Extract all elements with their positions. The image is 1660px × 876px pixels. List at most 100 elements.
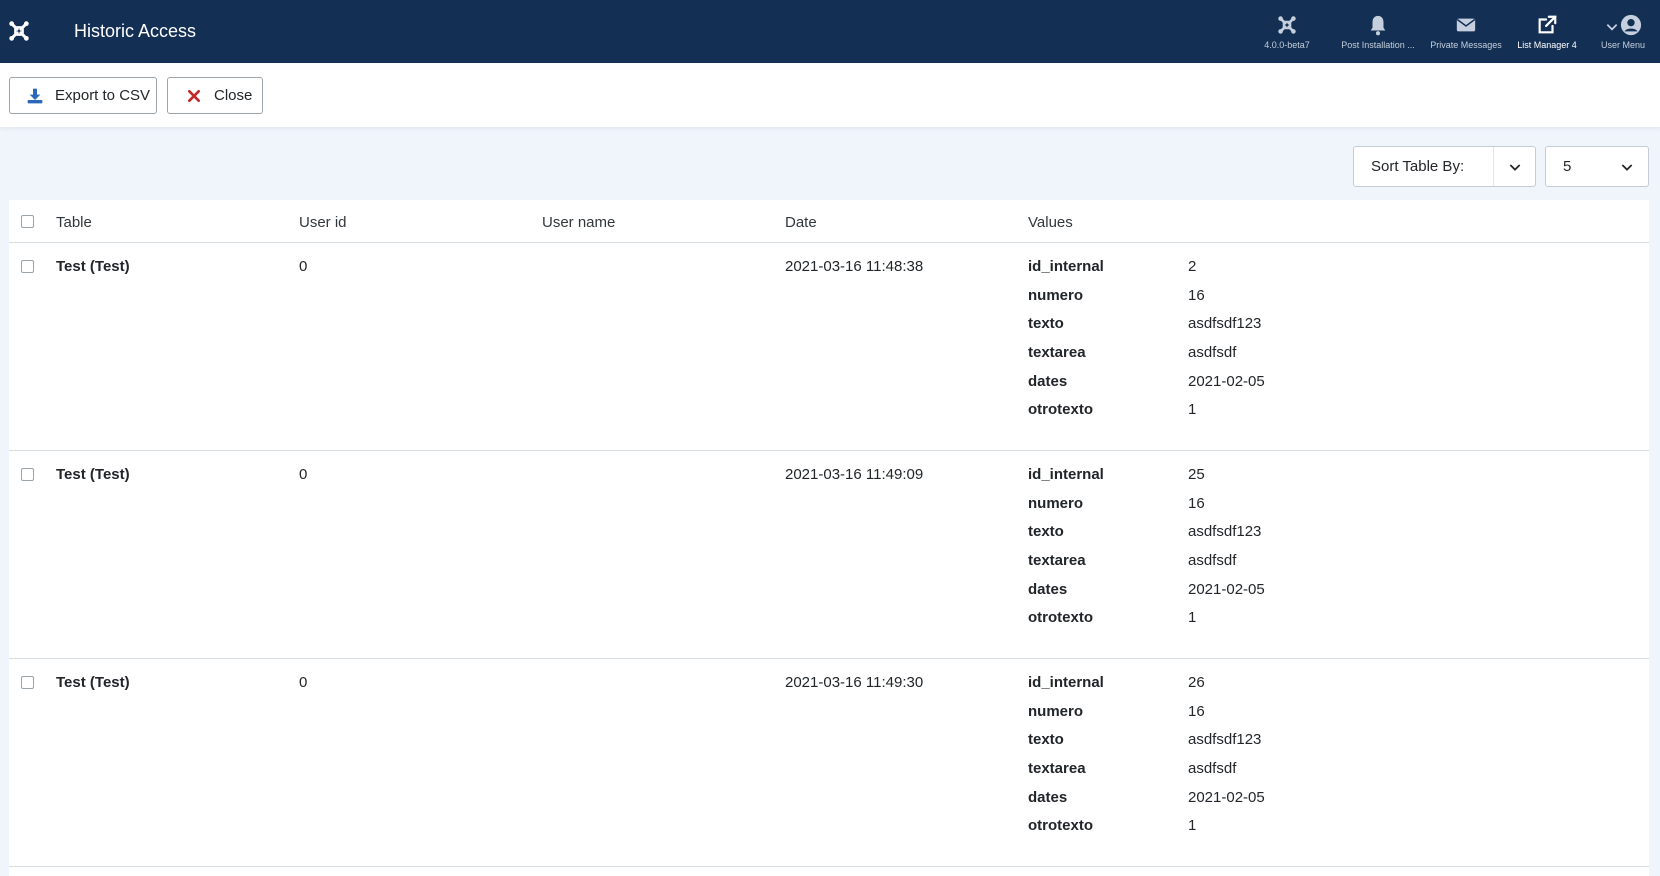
header-user-menu[interactable]: User Menu <box>1586 0 1660 63</box>
header-post-installation-label: Post Installation ... <box>1341 39 1415 50</box>
joomla-icon <box>1278 15 1296 34</box>
col-date[interactable]: Date <box>785 214 817 231</box>
close-icon <box>188 89 200 102</box>
value-val: 2021-02-05 <box>1188 372 1265 390</box>
header-private-messages[interactable]: Private Messages <box>1424 0 1508 63</box>
external-link-icon <box>1538 15 1557 33</box>
select-all-checkbox[interactable] <box>21 215 34 228</box>
row-checkbox[interactable] <box>21 676 34 689</box>
row-date: 2021-03-16 11:48:38 <box>785 258 924 275</box>
value-val: 16 <box>1188 286 1205 304</box>
sort-chevron <box>1493 147 1535 186</box>
download-icon <box>27 88 43 103</box>
table-row: Test (Test) 0 2021-03-16 11:49:09 id_int… <box>9 451 1649 659</box>
limit-chevron <box>1606 147 1648 186</box>
value-pair: otrotexto 1 <box>1028 401 1428 430</box>
header-list-manager[interactable]: List Manager 4 <box>1508 0 1586 63</box>
header-list-manager-label: List Manager 4 <box>1517 39 1577 50</box>
value-key: texto <box>1028 523 1064 541</box>
value-key: textarea <box>1028 344 1086 362</box>
value-key: textarea <box>1028 760 1086 778</box>
value-val: 2 <box>1188 258 1197 275</box>
table-header: Table User id User name Date Values <box>9 200 1649 243</box>
row-date: 2021-03-16 11:49:30 <box>785 674 924 691</box>
list-limit-select[interactable]: 5 <box>1545 146 1649 187</box>
value-key: otrotexto <box>1028 609 1093 627</box>
value-pair: numero 16 <box>1028 495 1428 524</box>
value-pair: otrotexto 1 <box>1028 817 1428 846</box>
row-checkbox[interactable] <box>21 260 34 273</box>
historic-table: Table User id User name Date Values Test… <box>9 200 1649 876</box>
value-key: numero <box>1028 702 1084 720</box>
row-table: Test (Test) <box>56 466 130 483</box>
value-pair: numero 16 <box>1028 703 1428 732</box>
value-pair: numero 16 <box>1028 287 1428 316</box>
value-key: texto <box>1028 731 1064 749</box>
header-post-installation[interactable]: Post Installation ... <box>1332 0 1424 63</box>
value-pair: dates 2021-02-05 <box>1028 373 1428 402</box>
envelope-icon <box>1456 18 1476 31</box>
col-user-id[interactable]: User id <box>299 214 347 231</box>
value-val: 2021-02-05 <box>1188 788 1265 806</box>
value-pair: textarea asdfsdf <box>1028 552 1428 581</box>
value-pair: otrotexto 1 <box>1028 609 1428 638</box>
table-row: Test (Test) 0 2021-03-16 11:48:38 id_int… <box>9 243 1649 451</box>
value-pair: textarea asdfsdf <box>1028 760 1428 789</box>
value-key: dates <box>1028 580 1068 598</box>
value-pair: texto asdfsdf123 <box>1028 731 1428 760</box>
value-val: asdfsdf <box>1188 552 1237 570</box>
value-pair: textarea asdfsdf <box>1028 344 1428 373</box>
row-checkbox[interactable] <box>21 468 34 481</box>
value-key: textarea <box>1028 552 1086 570</box>
value-val: asdfsdf <box>1188 760 1237 778</box>
value-key: id_internal <box>1028 466 1104 483</box>
export-csv-button[interactable]: Export to CSV <box>9 77 157 114</box>
value-key: dates <box>1028 788 1068 806</box>
page-title: Historic Access <box>74 21 197 41</box>
top-header: Historic Access 4.0.0-beta7 Post Install… <box>0 0 1660 63</box>
value-key: otrotexto <box>1028 401 1093 419</box>
sort-table-value: Sort Table By: <box>1371 158 1465 175</box>
user-menu-icon-group <box>1605 14 1642 40</box>
value-val: 26 <box>1188 674 1205 691</box>
value-val: 16 <box>1188 494 1205 512</box>
value-val: 1 <box>1188 401 1197 419</box>
col-user-name[interactable]: User name <box>542 214 615 231</box>
row-values: id_internal 2 numero 16 texto asdfsdf123 te… <box>1028 258 1428 430</box>
col-table[interactable]: Table <box>56 214 92 231</box>
row-values: id_internal 26 numero 16 texto asdfsdf123 t… <box>1028 674 1428 846</box>
value-pair: texto asdfsdf123 <box>1028 315 1428 344</box>
value-key: texto <box>1028 315 1064 333</box>
col-values: Values <box>1028 214 1073 231</box>
chevron-down-icon <box>1509 163 1520 171</box>
row-table: Test (Test) <box>56 674 130 691</box>
close-button[interactable]: Close <box>167 77 263 114</box>
sort-table-select[interactable]: Sort Table By: <box>1353 146 1536 187</box>
row-user-id: 0 <box>299 674 308 691</box>
chevron-down-icon <box>1606 23 1617 31</box>
value-pair: id_internal 25 <box>1028 466 1428 495</box>
value-pair: dates 2021-02-05 <box>1028 581 1428 610</box>
chevron-down-icon <box>1621 163 1633 171</box>
bell-icon <box>1370 15 1386 35</box>
list-limit-value: 5 <box>1563 158 1572 175</box>
header-version[interactable]: 4.0.0-beta7 <box>1242 0 1332 63</box>
header-actions: 4.0.0-beta7 Post Installation ... Privat… <box>1242 0 1660 63</box>
value-key: id_internal <box>1028 258 1104 275</box>
value-key: numero <box>1028 286 1084 304</box>
value-pair: texto asdfsdf123 <box>1028 523 1428 552</box>
value-val: asdfsdf123 <box>1188 731 1262 749</box>
row-table: Test (Test) <box>56 258 130 275</box>
value-key: id_internal <box>1028 674 1104 691</box>
value-pair: dates 2021-02-05 <box>1028 789 1428 818</box>
value-key: dates <box>1028 372 1068 390</box>
joomla-logo-icon[interactable] <box>8 20 30 42</box>
table-row: Test (Test) 0 2021-03-16 11:49:30 id_int… <box>9 659 1649 867</box>
value-key: numero <box>1028 494 1084 512</box>
row-user-id: 0 <box>299 258 308 275</box>
value-pair: id_internal 2 <box>1028 258 1428 287</box>
user-circle-icon <box>1620 14 1641 35</box>
close-label: Close <box>214 87 253 104</box>
value-val: 2021-02-05 <box>1188 580 1265 598</box>
value-val: asdfsdf <box>1188 344 1237 362</box>
